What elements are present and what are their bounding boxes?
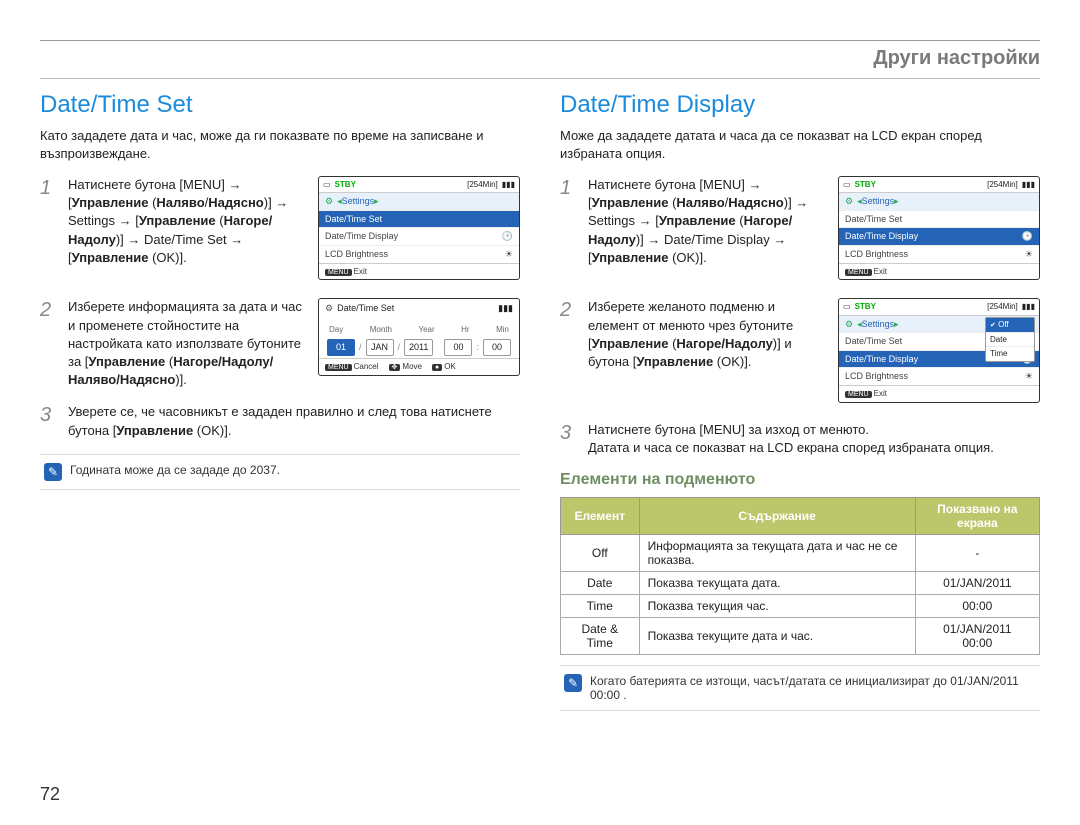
popup-item: Time [986, 346, 1034, 360]
td-el: Date [561, 572, 640, 595]
td-disp: 01/JAN/2011 [915, 572, 1039, 595]
popup-options: ✔ Off Date Time [985, 317, 1035, 361]
td-disp: - [915, 535, 1039, 572]
td-el: Date & Time [561, 618, 640, 655]
foot-ok: OK [444, 362, 456, 371]
note-box: ✎ Годината може да се зададе до 2037. [40, 454, 520, 490]
right-intro: Може да зададете датата и часа да се пок… [560, 127, 1040, 162]
td-disp: 00:00 [915, 595, 1039, 618]
lcd-screenshot-popup: ▭ STBY [254Min] ▮▮▮ ⚙ ◂ Settings ▸ Date/… [838, 298, 1040, 402]
th-display: Показвано на екрана [915, 498, 1039, 535]
lcd-screenshot-settings: ▭ STBY [254Min] ▮▮▮ ⚙ ◂ Settings ▸ Date/… [838, 176, 1040, 280]
popup-item: Off [998, 320, 1009, 329]
td-disp: 01/JAN/201100:00 [915, 618, 1039, 655]
foot-exit: Exit [874, 389, 887, 398]
left-step-2: Изберете информацията за дата и час и пр… [68, 298, 308, 389]
th-element: Елемент [561, 498, 640, 535]
left-heading: Date/Time Set [40, 91, 520, 119]
card-icon: ▭ [843, 301, 851, 312]
right-heading: Date/Time Display [560, 91, 1040, 119]
status-stby: STBY [335, 179, 356, 190]
right-step-1: Натиснете бутона [MENU] → [Управление (Н… [588, 176, 828, 267]
dt-value-year: 2011 [404, 339, 433, 356]
battery-icon: ▮▮▮ [1022, 301, 1035, 312]
dt-label: Month [370, 324, 392, 335]
lcd-screenshot-settings: ▭ STBY [254Min] ▮▮▮ ⚙ ◂ Settings ▸ Date/… [318, 176, 520, 280]
left-column: Date/Time Set Като зададете дата и час, … [40, 91, 520, 711]
dt-value-min: 00 [483, 339, 511, 356]
note-box: ✎ Когато батерията се изтощи, часът/дата… [560, 665, 1040, 711]
gear-icon: ⚙ [845, 195, 853, 208]
battery-icon: ▮▮▮ [1022, 179, 1035, 190]
dt-label: Year [418, 324, 434, 335]
th-content: Съдържание [639, 498, 915, 535]
lcd-title: Date/Time Set [337, 302, 394, 315]
right-column: Date/Time Display Може да зададете датат… [560, 91, 1040, 711]
page-header: Други настройки [873, 47, 1040, 70]
card-icon: ▭ [323, 179, 331, 190]
menu-row: Date/Time Display [845, 230, 918, 243]
page-number: 72 [40, 784, 60, 805]
popup-item: Date [986, 332, 1034, 346]
dt-label: Hr [461, 324, 469, 335]
brightness-icon: ☀ [1025, 370, 1033, 383]
clock-icon: 🕒 [502, 230, 513, 243]
note-icon: ✎ [564, 674, 582, 692]
rec-time: [254Min] [987, 301, 1018, 312]
gear-icon: ⚙ [325, 195, 333, 208]
td-desc: Показва текущия час. [639, 595, 915, 618]
foot-exit: Exit [874, 267, 887, 276]
right-step-2: Изберете желаното подменю и елемент от м… [588, 298, 828, 371]
dt-value-day: 01 [327, 339, 355, 356]
status-stby: STBY [855, 179, 876, 190]
foot-move: Move [402, 362, 422, 371]
menu-row: Date/Time Display [325, 230, 398, 243]
td-desc: Информацията за текущата дата и час не с… [639, 535, 915, 572]
td-el: Time [561, 595, 640, 618]
dt-value-hr: 00 [444, 339, 472, 356]
rec-time: [254Min] [987, 179, 1018, 190]
status-stby: STBY [855, 301, 876, 312]
foot-cancel: Cancel [354, 362, 379, 371]
crumb-settings: Settings [862, 318, 895, 331]
right-step-3: Натиснете бутона [MENU] за изход от меню… [560, 421, 1040, 457]
menu-row: Date/Time Set [325, 213, 382, 226]
brightness-icon: ☀ [505, 248, 513, 261]
left-intro: Като зададете дата и час, може да ги пок… [40, 127, 520, 162]
gear-icon: ⚙ [325, 302, 333, 315]
menu-row: LCD Brightness [845, 248, 908, 261]
clock-icon: 🕒 [1022, 230, 1033, 243]
lcd-screenshot-datetime-set: ⚙ Date/Time Set ▮▮▮ Day Month Year Hr [318, 298, 520, 375]
menu-row: Date/Time Set [845, 335, 902, 348]
dt-label: Day [329, 324, 343, 335]
gear-icon: ⚙ [845, 318, 853, 331]
td-desc: Показва текущата дата. [639, 572, 915, 595]
rec-time: [254Min] [467, 179, 498, 190]
crumb-settings: Settings [862, 195, 895, 208]
left-step-1: Натиснете бутона [MENU] → [Управление (Н… [68, 176, 308, 267]
menu-row: Date/Time Set [845, 213, 902, 226]
submenu-heading: Елементи на подменюто [560, 471, 1040, 489]
dt-value-month: JAN [366, 339, 394, 356]
dt-label: Min [496, 324, 509, 335]
brightness-icon: ☀ [1025, 248, 1033, 261]
submenu-table: Елемент Съдържание Показвано на екрана O… [560, 497, 1040, 655]
td-desc: Показва текущите дата и час. [639, 618, 915, 655]
menu-row: LCD Brightness [325, 248, 388, 261]
left-step-3: Уверете се, че часовникът е зададен прав… [40, 403, 520, 439]
menu-row: LCD Brightness [845, 370, 908, 383]
card-icon: ▭ [843, 179, 851, 190]
note-icon: ✎ [44, 463, 62, 481]
battery-icon: ▮▮▮ [498, 302, 513, 315]
foot-exit: Exit [354, 267, 367, 276]
note-text: Когато батерията се изтощи, часът/датата… [590, 674, 1036, 702]
menu-row: Date/Time Display [845, 353, 918, 366]
td-el: Off [561, 535, 640, 572]
note-text: Годината може да се зададе до 2037. [70, 463, 280, 477]
battery-icon: ▮▮▮ [502, 179, 515, 190]
crumb-settings: Settings [342, 195, 375, 208]
